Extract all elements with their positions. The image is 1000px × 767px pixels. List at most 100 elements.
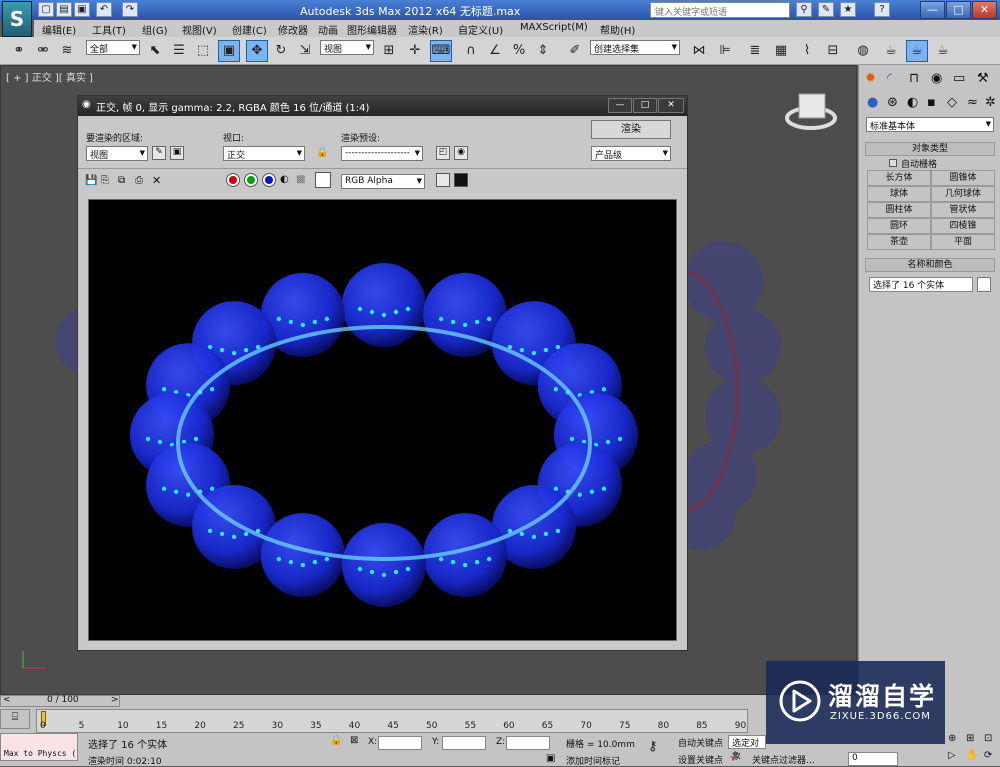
select-manipulate-icon[interactable]: ✛ xyxy=(404,40,426,62)
alpha-toggle-icon[interactable]: ◐ xyxy=(280,174,289,185)
object-type-header[interactable]: 对象类型 xyxy=(865,142,995,156)
key-filters-button[interactable]: 关键点过滤器... xyxy=(752,753,815,766)
cameras-icon[interactable]: ▪ xyxy=(927,95,936,110)
pan-icon[interactable]: ✋ xyxy=(966,750,978,761)
maximize-button[interactable]: □ xyxy=(946,1,971,19)
window-crossing-icon[interactable]: ▣ xyxy=(218,40,240,62)
zoom-icon[interactable]: ⊕ xyxy=(948,733,956,744)
utilities-tab-icon[interactable]: ⚒ xyxy=(977,71,989,86)
object-pyramid-button[interactable]: 四棱锥 xyxy=(931,218,995,234)
favorites-icon[interactable]: ★ xyxy=(840,2,856,17)
rotate-icon[interactable]: ↻ xyxy=(270,40,292,62)
auto-key-button[interactable]: 自动关键点 xyxy=(678,736,723,749)
systems-icon[interactable]: ✲ xyxy=(985,95,996,110)
quality-dropdown[interactable]: 产品级 xyxy=(591,146,671,161)
rect-selection-icon[interactable]: ⬚ xyxy=(192,40,214,62)
mirror-icon[interactable]: ⋈ xyxy=(688,40,710,62)
key-icon[interactable]: ⚷ xyxy=(648,739,658,754)
y-field[interactable] xyxy=(442,736,486,750)
z-field[interactable] xyxy=(506,736,550,750)
object-plane-button[interactable]: 平面 xyxy=(931,234,995,250)
object-cylinder-button[interactable]: 圆柱体 xyxy=(867,202,931,218)
time-slider-next[interactable]: > xyxy=(111,695,119,705)
pivot-center-icon[interactable]: ⊞ xyxy=(378,40,400,62)
fov-icon[interactable]: ▷ xyxy=(948,750,956,761)
menu-animation[interactable]: 动画 xyxy=(318,22,338,37)
green-channel-toggle[interactable] xyxy=(244,173,258,187)
close-button[interactable]: ✕ xyxy=(972,1,997,19)
x-field[interactable] xyxy=(378,736,422,750)
reference-coord-dropdown[interactable]: 视图 xyxy=(320,40,374,55)
area-dropdown[interactable]: 视图 xyxy=(86,146,148,161)
unlink-icon[interactable]: ⚮ xyxy=(32,40,54,62)
mini-curve-editor-icon[interactable]: ⌸ xyxy=(0,709,30,729)
link-icon[interactable]: ⚭ xyxy=(8,40,30,62)
preset-dropdown[interactable]: -------------------- xyxy=(341,146,423,161)
save-image-icon[interactable]: 💾 xyxy=(85,175,97,186)
menu-create[interactable]: 创建(C) xyxy=(232,22,267,37)
render-production-icon[interactable]: ☕ xyxy=(932,40,954,62)
autogrid-checkbox[interactable]: 自动栅格 xyxy=(889,157,989,170)
zoom-extents-icon[interactable]: ⊡ xyxy=(984,733,992,744)
geometry-icon[interactable]: ● xyxy=(867,95,878,110)
object-sphere-button[interactable]: 球体 xyxy=(867,186,931,202)
graphite-tools-icon[interactable]: ▦ xyxy=(770,40,792,62)
edit-named-selection-icon[interactable]: ✐ xyxy=(564,40,586,62)
add-time-tag[interactable]: 添加时间标记 xyxy=(566,754,620,767)
render-setup-small-icon[interactable]: ◰ xyxy=(436,146,450,160)
object-tube-button[interactable]: 管状体 xyxy=(931,202,995,218)
current-frame-field[interactable]: 0 xyxy=(848,752,898,766)
menu-modifiers[interactable]: 修改器 xyxy=(278,22,308,37)
menu-group[interactable]: 组(G) xyxy=(142,22,168,37)
spinner-snap-icon[interactable]: ⇕ xyxy=(532,40,554,62)
object-cone-button[interactable]: 圆锥体 xyxy=(931,170,995,186)
render-button[interactable]: 渲染 xyxy=(591,120,671,139)
snaps-toggle-icon[interactable]: ∩ xyxy=(460,40,482,62)
set-key-icon[interactable]: √ xyxy=(730,751,737,764)
copy-image-icon[interactable]: ⎘ xyxy=(101,175,109,186)
menu-maxscript[interactable]: MAXScript(M) xyxy=(520,22,588,33)
select-by-name-icon[interactable]: ☰ xyxy=(168,40,190,62)
selection-filter-dropdown[interactable]: 全部 xyxy=(86,40,140,55)
object-teapot-button[interactable]: 茶壶 xyxy=(867,234,931,250)
set-key-button[interactable]: 设置关键点 xyxy=(678,753,723,766)
angle-snap-icon[interactable]: ∠ xyxy=(484,40,506,62)
object-geosphere-button[interactable]: 几何球体 xyxy=(931,186,995,202)
percent-snap-icon[interactable]: % xyxy=(508,40,530,62)
maxscript-listener[interactable]: Max to Physcs ( xyxy=(0,733,78,761)
bind-spacewarp-icon[interactable]: ≋ xyxy=(56,40,78,62)
create-tab-icon[interactable]: ✹ xyxy=(865,71,876,86)
channel-dropdown[interactable]: RGB Alpha xyxy=(341,174,425,189)
render-window-close[interactable]: ✕ xyxy=(658,98,684,113)
menu-edit[interactable]: 编辑(E) xyxy=(42,22,76,37)
red-channel-toggle[interactable] xyxy=(226,173,240,187)
object-box-button[interactable]: 长方体 xyxy=(867,170,931,186)
print-icon[interactable]: ⎙ xyxy=(135,175,143,186)
tools-icon[interactable]: ✎ xyxy=(818,2,834,17)
render-window-maximize[interactable]: □ xyxy=(633,98,657,113)
app-logo[interactable]: S xyxy=(2,1,32,37)
abs-rel-icon[interactable]: ⊠ xyxy=(350,735,358,746)
object-color-swatch[interactable] xyxy=(977,277,991,292)
viewport-dropdown[interactable]: 正交 xyxy=(223,146,305,161)
keyboard-shortcut-icon[interactable]: ⌨ xyxy=(430,40,452,62)
category-dropdown[interactable]: 标准基本体 xyxy=(866,117,994,132)
open-file-icon[interactable]: ▤ xyxy=(56,2,72,17)
render-setup-icon[interactable]: ☕ xyxy=(880,40,902,62)
menu-rendering[interactable]: 渲染(R) xyxy=(408,22,443,37)
object-name-field[interactable]: 选择了 16 个实体 xyxy=(869,277,973,292)
time-slider[interactable]: < 0 / 100 > xyxy=(0,695,120,707)
align-icon[interactable]: ⊫ xyxy=(714,40,736,62)
hierarchy-tab-icon[interactable]: ⊓ xyxy=(909,71,919,86)
selected-object-dropdown[interactable]: 选定对象 xyxy=(728,735,766,762)
motion-tab-icon[interactable]: ◉ xyxy=(931,71,942,86)
toggle-ui-icon[interactable] xyxy=(454,173,468,187)
binoculars-icon[interactable]: ⚲ xyxy=(796,2,812,17)
toggle-ui-overlay-icon[interactable] xyxy=(436,173,450,187)
material-editor-icon[interactable]: ◍ xyxy=(852,40,874,62)
orbit-icon[interactable]: ⟳ xyxy=(984,750,992,761)
display-tab-icon[interactable]: ▭ xyxy=(953,71,965,86)
save-file-icon[interactable]: ▣ xyxy=(74,2,90,17)
selection-lock-icon[interactable]: 🔒 xyxy=(330,735,342,746)
time-slider-prev[interactable]: < xyxy=(3,695,11,705)
